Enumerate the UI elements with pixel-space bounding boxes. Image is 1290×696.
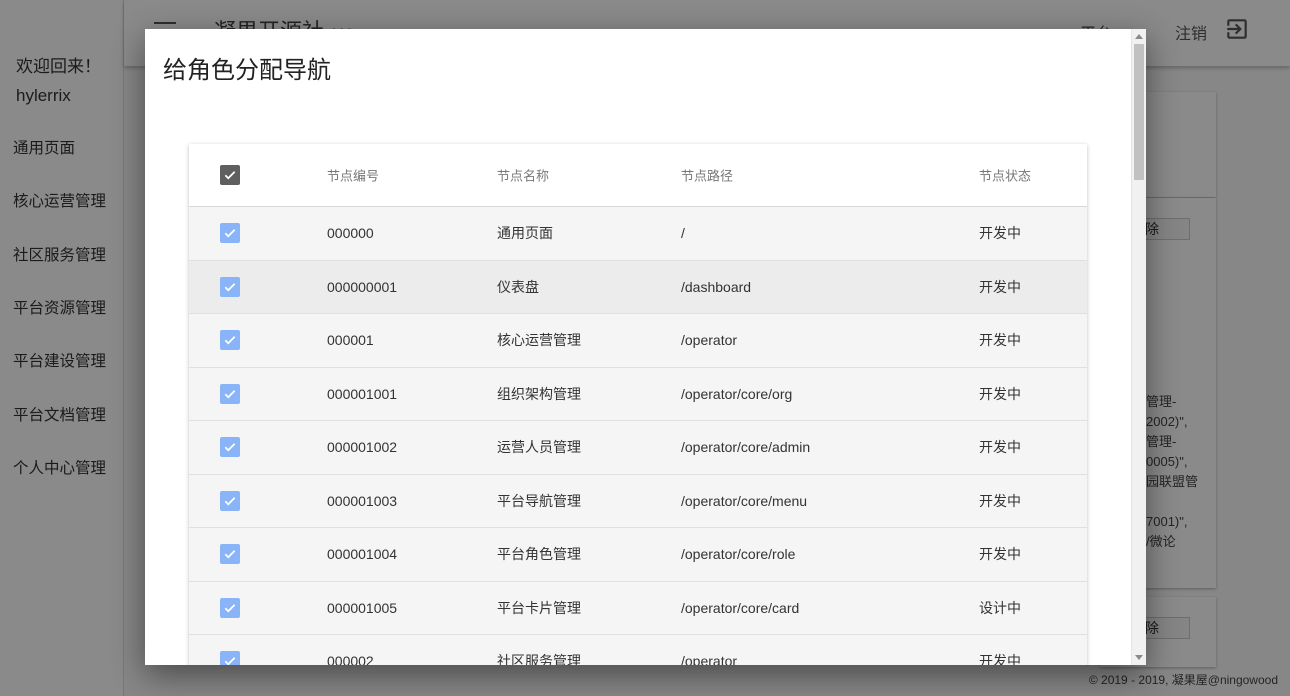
cell-status: 开发中 xyxy=(979,546,1021,563)
assign-navigation-dialog: 给角色分配导航 节点编号 节点名称 节点路径 节点状态 000000 通用页面 / 开… xyxy=(145,29,1146,665)
row-checkbox[interactable] xyxy=(220,330,240,351)
cell-name: 平台卡片管理 xyxy=(497,599,581,616)
row-checkbox[interactable] xyxy=(220,490,240,511)
check-icon xyxy=(224,496,236,506)
check-icon xyxy=(224,550,236,559)
cell-path: /operator xyxy=(681,653,738,665)
row-checkbox[interactable] xyxy=(220,383,240,404)
cell-code: 000001005 xyxy=(327,599,398,616)
cell-code: 000000 xyxy=(327,225,374,242)
cell-name: 核心运营管理 xyxy=(497,332,581,349)
cell-code: 000001004 xyxy=(327,546,398,563)
scroll-up-icon[interactable] xyxy=(1135,34,1143,39)
cell-path: /operator/core/admin xyxy=(681,439,811,456)
table-header: 节点编号 节点名称 节点路径 节点状态 xyxy=(189,144,1087,207)
cell-code: 000000001 xyxy=(327,278,398,295)
check-icon xyxy=(224,389,236,399)
table-row[interactable]: 000000 通用页面 / 开发中 xyxy=(189,207,1087,261)
check-icon xyxy=(224,171,236,180)
cell-name: 平台角色管理 xyxy=(497,546,581,563)
header-path[interactable]: 节点路径 xyxy=(681,166,733,185)
cell-status: 开发中 xyxy=(979,439,1021,456)
cell-status: 开发中 xyxy=(979,653,1021,665)
table-row[interactable]: 000001 核心运营管理/operator 开发中 xyxy=(189,314,1087,368)
table-row[interactable]: 000001001 组织架构管理/operator/core/org 开发中 xyxy=(189,367,1087,421)
cell-code: 000002 xyxy=(327,653,374,665)
cell-path: /dashboard xyxy=(681,278,752,295)
cell-name: 运营人员管理 xyxy=(497,439,581,456)
check-icon xyxy=(224,443,236,452)
table-row[interactable]: 000000001 仪表盘/dashboard 开发中 xyxy=(189,260,1087,314)
table-row[interactable]: 000002 社区服务管理/operator 开发中 xyxy=(189,635,1087,665)
row-checkbox[interactable] xyxy=(220,223,240,244)
cell-path: /operator/core/org xyxy=(681,385,793,402)
cell-status: 设计中 xyxy=(979,599,1021,616)
cell-status: 开发中 xyxy=(979,492,1021,509)
check-icon xyxy=(224,603,236,613)
table-row[interactable]: 000001003 平台导航管理/operator/core/menu 开发中 xyxy=(189,474,1087,528)
cell-code: 000001003 xyxy=(327,492,398,509)
row-checkbox[interactable] xyxy=(220,544,240,565)
cell-name: 通用页面 xyxy=(497,225,553,242)
navigation-table: 节点编号 节点名称 节点路径 节点状态 000000 通用页面 / 开发中 000000… xyxy=(189,144,1087,665)
check-icon xyxy=(224,657,236,665)
cell-path: / xyxy=(681,225,685,242)
cell-code: 000001001 xyxy=(327,385,398,402)
select-all-checkbox[interactable] xyxy=(220,165,240,185)
table-row[interactable]: 000001005 平台卡片管理/operator/core/card 设计中 xyxy=(189,581,1087,635)
cell-name: 社区服务管理 xyxy=(497,653,581,665)
cell-code: 000001002 xyxy=(327,439,398,456)
check-icon xyxy=(224,336,236,345)
dialog-scrollbar[interactable] xyxy=(1131,29,1146,665)
row-checkbox[interactable] xyxy=(220,651,240,665)
header-status[interactable]: 节点状态 xyxy=(979,166,1031,185)
row-checkbox[interactable] xyxy=(220,437,240,458)
cell-status: 开发中 xyxy=(979,278,1021,295)
cell-path: /operator xyxy=(681,332,738,349)
check-icon xyxy=(224,229,236,238)
table-row[interactable]: 000001002 运营人员管理/operator/core/admin 开发中 xyxy=(189,421,1087,475)
row-checkbox[interactable] xyxy=(220,597,240,618)
cell-status: 开发中 xyxy=(979,385,1021,402)
dialog-title: 给角色分配导航 xyxy=(163,57,331,84)
cell-path: /operator/core/card xyxy=(681,599,800,616)
cell-name: 平台导航管理 xyxy=(497,492,581,509)
cell-code: 000001 xyxy=(327,332,374,349)
check-icon xyxy=(224,282,236,292)
scroll-down-icon[interactable] xyxy=(1135,655,1143,660)
cell-name: 仪表盘 xyxy=(497,278,539,295)
row-checkbox[interactable] xyxy=(220,276,240,297)
table-row[interactable]: 000001004 平台角色管理/operator/core/role 开发中 xyxy=(189,528,1087,582)
cell-path: /operator/core/role xyxy=(681,546,796,563)
header-name[interactable]: 节点名称 xyxy=(497,166,549,185)
cell-status: 开发中 xyxy=(979,225,1021,242)
table-body: 000000 通用页面 / 开发中 000000001 仪表盘/dashboard 开发中 0… xyxy=(189,207,1087,665)
header-code[interactable]: 节点编号 xyxy=(327,166,379,185)
cell-name: 组织架构管理 xyxy=(497,385,581,402)
scroll-thumb[interactable] xyxy=(1134,44,1144,180)
cell-status: 开发中 xyxy=(979,332,1021,349)
cell-path: /operator/core/menu xyxy=(681,492,808,509)
